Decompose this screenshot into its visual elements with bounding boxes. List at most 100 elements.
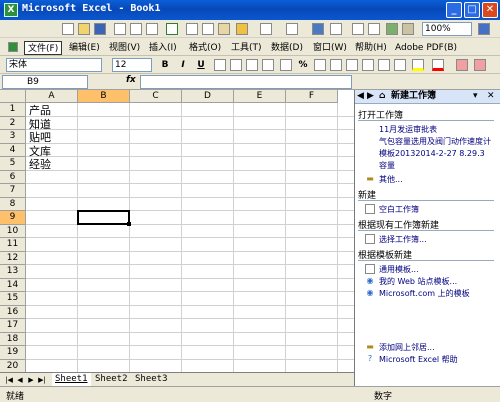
pdf-icon[interactable] [456, 59, 468, 71]
row-header-17[interactable]: 17 [0, 319, 26, 333]
column-header-b[interactable]: B [78, 90, 130, 103]
sheet-tab-2[interactable]: Sheet2 [92, 373, 131, 386]
menu-adobe-pdf[interactable]: Adobe PDF(B) [392, 41, 460, 55]
permission-icon[interactable] [114, 23, 126, 35]
excel-help-link[interactable]: Microsoft Excel 帮助 [379, 354, 458, 365]
column-header-f[interactable]: F [286, 90, 338, 103]
column-header-d[interactable]: D [182, 90, 234, 103]
row-header-19[interactable]: 19 [0, 346, 26, 360]
worksheet-grid[interactable]: A B C D E F 1 2 3 4 5 6 7 8 9 10 11 12 13 14 15 16 17 18 19 20 产品知… [0, 90, 354, 372]
row-header-5[interactable]: 5 [0, 157, 26, 171]
fill-handle[interactable] [127, 221, 131, 226]
menu-data[interactable]: 数据(D) [268, 41, 306, 55]
select-all-corner[interactable] [0, 90, 26, 103]
increase-decimal-icon[interactable] [330, 59, 342, 71]
sheet-tab-3[interactable]: Sheet3 [132, 373, 171, 386]
menu-format[interactable]: 格式(O) [186, 41, 224, 55]
menu-insert[interactable]: 插入(I) [146, 41, 180, 55]
recent-file-2[interactable]: 气包容量选用及阀门动作速度计 [379, 136, 491, 147]
format-painter-icon[interactable] [236, 23, 248, 35]
sort-descending-icon[interactable] [368, 23, 380, 35]
row-header-10[interactable]: 10 [0, 224, 26, 238]
menu-help[interactable]: 帮助(H) [352, 41, 390, 55]
font-color-icon[interactable] [432, 59, 444, 71]
recent-file-4[interactable]: 容量 [379, 160, 395, 171]
merge-center-icon[interactable] [262, 59, 274, 71]
blank-workbook-link[interactable]: 空白工作簿 [379, 204, 419, 215]
column-header-c[interactable]: C [130, 90, 182, 103]
fill-color-icon[interactable] [412, 59, 424, 71]
menu-edit[interactable]: 编辑(E) [66, 41, 103, 55]
row-header-12[interactable]: 12 [0, 251, 26, 265]
font-size-select[interactable]: 12 [112, 58, 152, 72]
pdf-options-icon[interactable] [474, 59, 486, 71]
recent-file-1[interactable]: 11月发运审批表 [379, 124, 437, 135]
undo-icon[interactable] [260, 23, 272, 35]
open-icon[interactable] [78, 23, 90, 35]
italic-button[interactable]: I [176, 58, 190, 72]
excel-app-icon[interactable]: X [4, 3, 18, 17]
more-files-link[interactable]: 其他... [379, 174, 403, 185]
underline-button[interactable]: U [194, 58, 208, 72]
column-header-e[interactable]: E [234, 90, 286, 103]
cell-a5[interactable]: 经验 [29, 156, 51, 172]
font-select[interactable]: 宋体 [6, 58, 102, 72]
row-header-8[interactable]: 8 [0, 197, 26, 211]
sheet-tab-1[interactable]: Sheet1 [52, 373, 91, 386]
row-header-2[interactable]: 2 [0, 116, 26, 130]
spelling-icon[interactable] [166, 23, 178, 35]
autosum-icon[interactable] [330, 23, 342, 35]
back-icon[interactable]: ◀ [357, 90, 364, 103]
maximize-button[interactable]: □ [464, 2, 480, 18]
row-header-6[interactable]: 6 [0, 170, 26, 184]
pane-menu-icon[interactable]: ▾ [473, 90, 478, 103]
close-button[interactable]: ✕ [482, 2, 498, 18]
last-sheet-button[interactable]: ▶| [37, 375, 47, 385]
percent-button[interactable]: % [296, 58, 310, 72]
cut-icon[interactable] [186, 23, 198, 35]
prev-sheet-button[interactable]: ◀ [15, 375, 25, 385]
minimize-button[interactable]: _ [446, 2, 462, 18]
row-header-14[interactable]: 14 [0, 278, 26, 292]
forward-icon[interactable]: ▶ [367, 90, 374, 103]
redo-icon[interactable] [286, 23, 298, 35]
increase-indent-icon[interactable] [378, 59, 390, 71]
comma-style-icon[interactable] [314, 59, 326, 71]
home-icon[interactable]: ⌂ [379, 90, 385, 103]
print-icon[interactable] [130, 23, 142, 35]
add-network-place-link[interactable]: 添加网上邻居... [379, 342, 435, 353]
choose-workbook-link[interactable]: 选择工作簿... [379, 234, 427, 245]
menu-file[interactable]: 文件(F) [24, 41, 63, 55]
row-header-9[interactable]: 9 [0, 211, 26, 225]
row-header-16[interactable]: 16 [0, 305, 26, 319]
web-templates-link[interactable]: 我的 Web 站点模板... [379, 276, 457, 287]
row-header-15[interactable]: 15 [0, 292, 26, 306]
menu-view[interactable]: 视图(V) [106, 41, 143, 55]
borders-icon[interactable] [394, 59, 406, 71]
decrease-indent-icon[interactable] [362, 59, 374, 71]
menu-tools[interactable]: 工具(T) [228, 41, 265, 55]
bold-button[interactable]: B [158, 58, 172, 72]
copy-icon[interactable] [202, 23, 214, 35]
row-header-20[interactable]: 20 [0, 359, 26, 372]
name-box[interactable]: B9 [2, 75, 88, 89]
row-header-1[interactable]: 1 [0, 103, 26, 117]
save-icon[interactable] [94, 23, 106, 35]
insert-function-button[interactable]: fx [126, 75, 136, 85]
row-header-7[interactable]: 7 [0, 184, 26, 198]
row-header-3[interactable]: 3 [0, 130, 26, 144]
recent-file-3[interactable]: 模板20132014-2-27 8.29.3 [379, 148, 485, 159]
general-templates-link[interactable]: 通用模板... [379, 264, 419, 275]
active-cell-b9[interactable] [77, 210, 130, 225]
next-sheet-button[interactable]: ▶ [26, 375, 36, 385]
help-icon[interactable] [478, 23, 490, 35]
chart-wizard-icon[interactable] [386, 23, 398, 35]
formula-input[interactable] [140, 75, 352, 89]
zoom-select[interactable]: 100% [422, 22, 472, 36]
drawing-icon[interactable] [402, 23, 414, 35]
row-header-11[interactable]: 11 [0, 238, 26, 252]
currency-icon[interactable] [280, 59, 292, 71]
sort-ascending-icon[interactable] [352, 23, 364, 35]
row-header-4[interactable]: 4 [0, 143, 26, 157]
align-left-icon[interactable] [214, 59, 226, 71]
